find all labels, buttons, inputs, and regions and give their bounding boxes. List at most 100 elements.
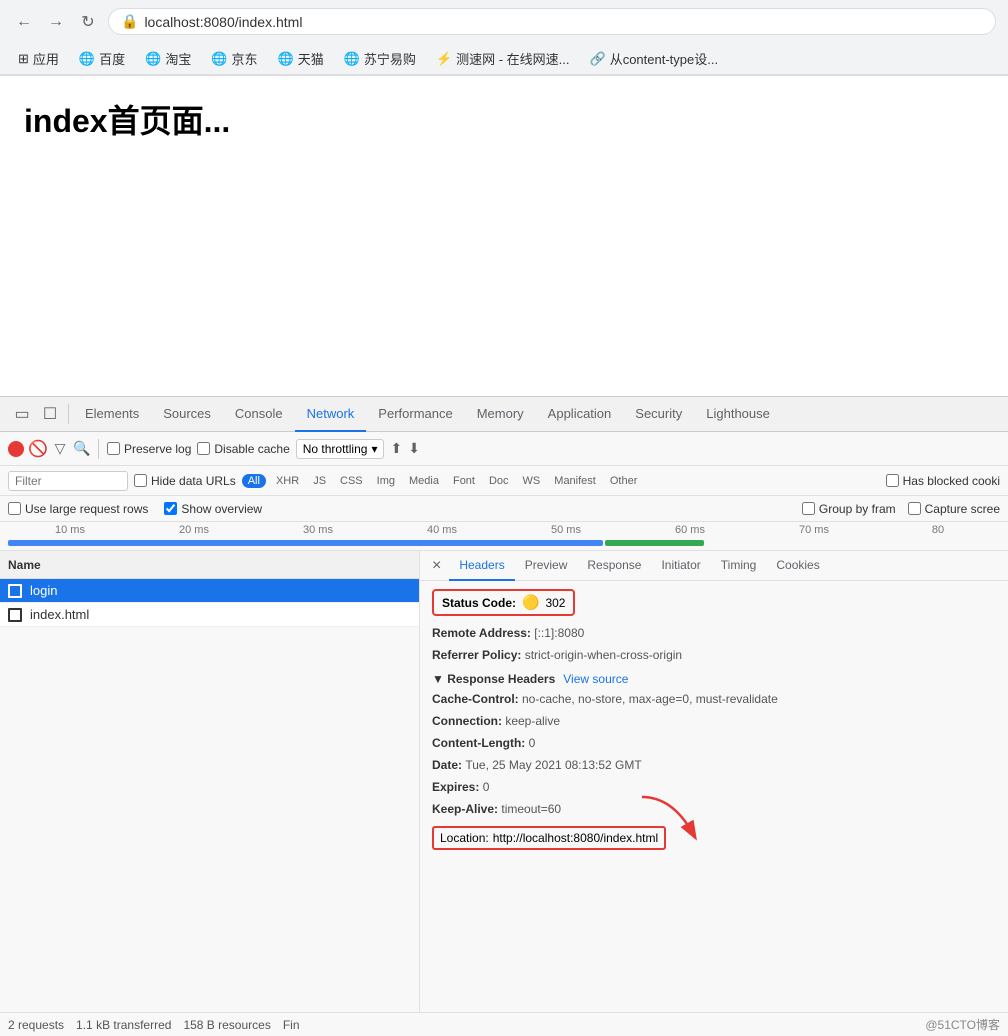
filter-button[interactable]: ▽ bbox=[52, 441, 68, 457]
disable-cache-checkbox[interactable] bbox=[197, 442, 210, 455]
remote-address-row: Remote Address: [::1]:8080 bbox=[432, 624, 996, 642]
bookmark-speedtest[interactable]: ⚡ 测速网 - 在线网速... bbox=[430, 47, 576, 70]
filter-media[interactable]: Media bbox=[405, 473, 443, 489]
close-details-button[interactable]: × bbox=[424, 557, 449, 575]
use-large-rows-text: Use large request rows bbox=[25, 502, 148, 516]
hide-data-urls-checkbox[interactable] bbox=[134, 474, 147, 487]
detail-tab-response[interactable]: Response bbox=[577, 551, 651, 581]
suning-label: 苏宁易购 bbox=[364, 49, 416, 68]
group-by-frame-label[interactable]: Group by fram bbox=[802, 502, 896, 516]
tab-separator bbox=[68, 404, 69, 424]
referrer-policy-row: Referrer Policy: strict-origin-when-cros… bbox=[432, 646, 996, 664]
show-overview-checkbox[interactable] bbox=[164, 502, 177, 515]
filter-manifest[interactable]: Manifest bbox=[550, 473, 600, 489]
page-content: index首页面... bbox=[0, 76, 1008, 396]
record-button[interactable] bbox=[8, 441, 24, 457]
tab-elements[interactable]: Elements bbox=[73, 397, 151, 432]
browser-toolbar: ← → ↻ 🔒 localhost:8080/index.html bbox=[0, 0, 1008, 43]
content-type-label: 从content-type设... bbox=[610, 49, 718, 68]
bookmark-suning[interactable]: 🌐 苏宁易购 bbox=[338, 47, 422, 70]
filter-font[interactable]: Font bbox=[449, 473, 479, 489]
baidu-label: 百度 bbox=[99, 49, 125, 68]
bookmark-taobao[interactable]: 🌐 淘宝 bbox=[139, 47, 197, 70]
disable-cache-label[interactable]: Disable cache bbox=[197, 442, 289, 456]
taobao-icon: 🌐 bbox=[145, 51, 161, 67]
filter-ws[interactable]: WS bbox=[519, 473, 545, 489]
detail-tab-initiator[interactable]: Initiator bbox=[651, 551, 710, 581]
bookmark-content-type[interactable]: 🔗 从content-type设... bbox=[584, 47, 725, 70]
upload-icon[interactable]: ⬆ bbox=[390, 440, 402, 457]
tab-network[interactable]: Network bbox=[295, 397, 367, 432]
bookmark-apps[interactable]: ⊞ 应用 bbox=[12, 47, 65, 70]
bookmark-tianmao[interactable]: 🌐 天猫 bbox=[272, 47, 330, 70]
has-blocked-text: Has blocked cooki bbox=[903, 474, 1000, 488]
bookmark-jd[interactable]: 🌐 京东 bbox=[205, 47, 263, 70]
speedtest-label: 测速网 - 在线网速... bbox=[456, 49, 569, 68]
forward-button[interactable]: → bbox=[44, 10, 68, 34]
capture-screenshot-checkbox[interactable] bbox=[908, 502, 921, 515]
use-large-rows-checkbox[interactable] bbox=[8, 502, 21, 515]
filter-input[interactable] bbox=[8, 471, 128, 491]
status-bar: 2 requests 1.1 kB transferred 158 B reso… bbox=[0, 1012, 1008, 1036]
detail-tab-headers[interactable]: Headers bbox=[449, 551, 514, 581]
tab-performance[interactable]: Performance bbox=[366, 397, 464, 432]
bookmark-baidu[interactable]: 🌐 百度 bbox=[73, 47, 131, 70]
response-headers-label: ▼ Response Headers bbox=[432, 672, 555, 686]
device-toolbar-icon[interactable]: ☐ bbox=[36, 400, 64, 428]
tab-sources[interactable]: Sources bbox=[151, 397, 223, 432]
use-large-rows-label[interactable]: Use large request rows bbox=[8, 502, 148, 516]
watermark: @51CTO博客 bbox=[925, 1016, 1000, 1033]
network-toolbar: 🚫 ▽ 🔍 Preserve log Disable cache No thro… bbox=[0, 432, 1008, 466]
throttle-select[interactable]: No throttling ▾ bbox=[296, 439, 385, 459]
detail-tab-timing[interactable]: Timing bbox=[711, 551, 767, 581]
tab-memory[interactable]: Memory bbox=[465, 397, 536, 432]
filter-other[interactable]: Other bbox=[606, 473, 642, 489]
detail-tab-preview[interactable]: Preview bbox=[515, 551, 578, 581]
request-index-html[interactable]: index.html bbox=[0, 603, 419, 627]
filter-doc[interactable]: Doc bbox=[485, 473, 513, 489]
preserve-log-label[interactable]: Preserve log bbox=[107, 442, 191, 456]
back-button[interactable]: ← bbox=[12, 10, 36, 34]
download-icon[interactable]: ⬇ bbox=[408, 440, 420, 457]
has-blocked-label[interactable]: Has blocked cooki bbox=[886, 474, 1000, 488]
filter-js[interactable]: JS bbox=[309, 473, 330, 489]
filter-all-tag[interactable]: All bbox=[242, 474, 266, 488]
hide-data-urls-label[interactable]: Hide data URLs bbox=[134, 474, 236, 488]
tab-console[interactable]: Console bbox=[223, 397, 295, 432]
has-blocked-checkbox[interactable] bbox=[886, 474, 899, 487]
filter-img[interactable]: Img bbox=[373, 473, 399, 489]
detail-tab-cookies[interactable]: Cookies bbox=[766, 551, 829, 581]
capture-screenshot-label[interactable]: Capture scree bbox=[908, 502, 1000, 516]
reload-button[interactable]: ↻ bbox=[76, 10, 100, 34]
timeline-visual bbox=[8, 538, 1000, 548]
stop-button[interactable]: 🚫 bbox=[30, 441, 46, 457]
network-main: Name login index.html × Headers Preview … bbox=[0, 551, 1008, 1012]
keep-alive-value: timeout=60 bbox=[501, 802, 561, 816]
inspector-icon[interactable]: ▭ bbox=[8, 400, 36, 428]
capture-screenshot-text: Capture scree bbox=[925, 502, 1000, 516]
filter-bar: Hide data URLs All XHR JS CSS Img Media … bbox=[0, 466, 1008, 496]
throttle-arrow-icon: ▾ bbox=[371, 442, 377, 456]
search-button[interactable]: 🔍 bbox=[74, 441, 90, 457]
cache-control-value: no-cache, no-store, max-age=0, must-reva… bbox=[522, 692, 778, 706]
request-login[interactable]: login bbox=[0, 579, 419, 603]
date-label: Date: bbox=[432, 758, 465, 772]
options-right: Group by fram Capture scree bbox=[802, 502, 1000, 516]
tab-application[interactable]: Application bbox=[536, 397, 624, 432]
tab-lighthouse[interactable]: Lighthouse bbox=[694, 397, 782, 432]
group-by-frame-checkbox[interactable] bbox=[802, 502, 815, 515]
requests-count: 2 requests bbox=[8, 1018, 64, 1032]
referrer-policy-label: Referrer Policy: bbox=[432, 648, 525, 662]
view-source-link[interactable]: View source bbox=[563, 672, 628, 686]
page-title: index首页面... bbox=[24, 96, 984, 142]
connection-value: keep-alive bbox=[505, 714, 560, 728]
tab-security[interactable]: Security bbox=[623, 397, 694, 432]
timeline-70ms: 70 ms bbox=[752, 524, 876, 536]
address-bar[interactable]: 🔒 localhost:8080/index.html bbox=[108, 8, 996, 35]
preserve-log-checkbox[interactable] bbox=[107, 442, 120, 455]
requests-panel: Name login index.html bbox=[0, 551, 420, 1012]
filter-css[interactable]: CSS bbox=[336, 473, 367, 489]
filter-xhr[interactable]: XHR bbox=[272, 473, 303, 489]
timeline-60ms: 60 ms bbox=[628, 524, 752, 536]
show-overview-label[interactable]: Show overview bbox=[164, 502, 262, 516]
